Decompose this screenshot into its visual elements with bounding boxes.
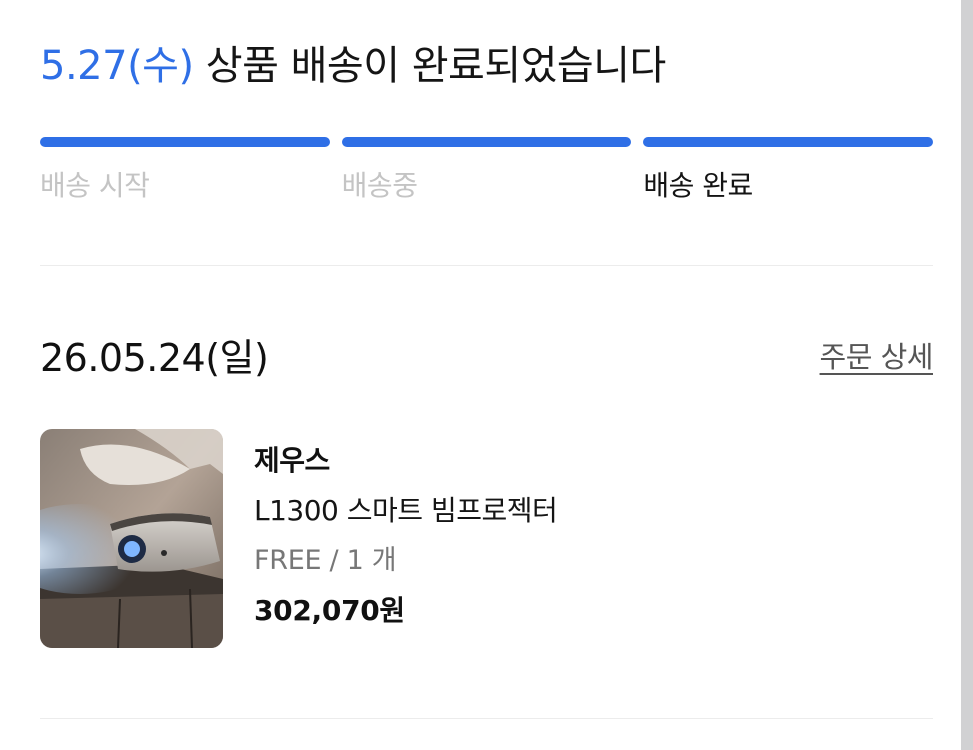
progress-bar-segment [341, 137, 632, 147]
progress-step-started: 배송 시작 [40, 137, 330, 205]
section-divider [40, 718, 933, 719]
delivery-headline: 5.27(수) 상품 배송이 완료되었습니다 [40, 40, 666, 92]
progress-bar-segment [643, 137, 934, 147]
product-info: 제우스 L1300 스마트 빔프로젝터 FREE / 1 개 302,070원 [254, 440, 558, 632]
delivered-message: 상품 배송이 완료되었습니다 [193, 43, 667, 89]
progress-step-shipping: 배송중 [341, 137, 632, 205]
progress-step-label: 배송 완료 [643, 169, 753, 202]
scrollbar[interactable] [961, 0, 973, 750]
delivery-progress: 배송 시작 배송중 배송 완료 [40, 137, 934, 205]
section-divider [40, 265, 933, 266]
progress-step-label: 배송중 [341, 169, 418, 202]
order-detail-link[interactable]: 주문 상세 [820, 337, 934, 377]
delivered-date: 5.27(수) [40, 43, 194, 89]
projector-image [40, 429, 223, 648]
progress-step-label: 배송 시작 [40, 169, 150, 202]
delivery-status-page: 5.27(수) 상품 배송이 완료되었습니다 배송 시작 배송중 배송 완료 2… [0, 0, 973, 750]
progress-bar-segment [40, 137, 330, 147]
product-brand[interactable]: 제우스 [254, 440, 557, 482]
progress-step-delivered: 배송 완료 [643, 137, 934, 205]
product-price: 302,070원 [254, 594, 405, 627]
product-name[interactable]: L1300 스마트 빔프로젝터 [254, 490, 558, 532]
product-option: FREE / 1 개 [254, 545, 397, 576]
order-date: 26.05.24(일) [40, 336, 269, 380]
product-thumbnail[interactable] [40, 429, 223, 648]
